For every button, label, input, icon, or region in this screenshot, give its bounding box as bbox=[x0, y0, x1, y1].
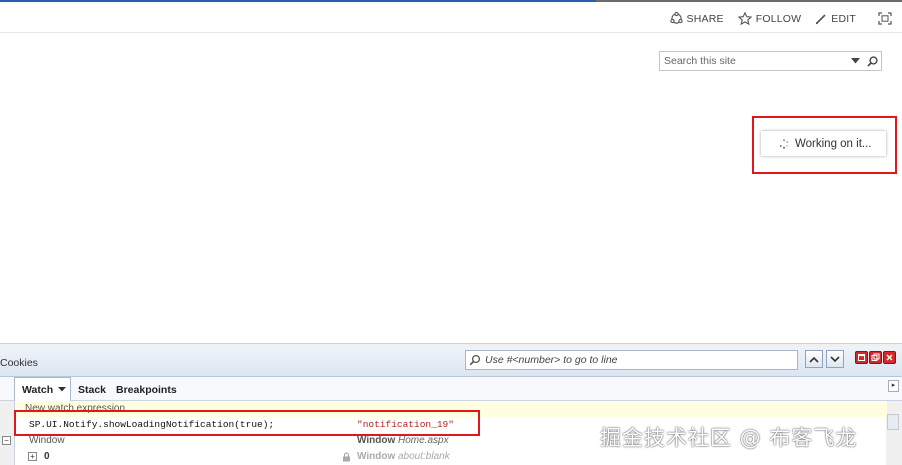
loading-notification-text: Working on it... bbox=[795, 137, 872, 150]
loading-notification: Working on it... bbox=[761, 131, 886, 156]
edit-button[interactable]: EDIT bbox=[815, 13, 856, 25]
focus-on-content-button[interactable] bbox=[878, 12, 892, 25]
watch-row-name: Window bbox=[29, 435, 65, 446]
watch-row-type: Window bbox=[357, 451, 396, 462]
fullscreen-icon bbox=[878, 12, 892, 25]
follow-label: FOLLOW bbox=[755, 12, 802, 25]
search-icon bbox=[866, 55, 878, 67]
scroll-right-button[interactable]: ▸ bbox=[888, 380, 899, 392]
minimize-devtools-button[interactable] bbox=[855, 351, 868, 364]
chevron-up-icon bbox=[809, 356, 819, 363]
pencil-icon bbox=[816, 13, 826, 24]
search-icon bbox=[469, 354, 481, 366]
follow-button[interactable]: FOLLOW bbox=[737, 12, 802, 25]
collapse-toggle[interactable]: − bbox=[2, 436, 11, 445]
lock-icon bbox=[343, 452, 350, 462]
minimize-icon bbox=[858, 354, 865, 361]
caret-down-icon bbox=[58, 387, 67, 392]
watermark: 掘金技术社区 @ 布客飞龙 bbox=[600, 426, 858, 450]
spinner-icon bbox=[779, 138, 789, 149]
goto-line-box bbox=[465, 350, 798, 370]
previous-match-button[interactable] bbox=[805, 350, 823, 368]
close-icon bbox=[886, 354, 893, 361]
watch-row-value: about:blank bbox=[398, 451, 450, 462]
page-actions: SHARE FOLLOW EDIT bbox=[669, 12, 892, 25]
watch-row-value: Home.aspx bbox=[398, 435, 449, 446]
tab-watch-label: Watch bbox=[22, 384, 54, 396]
cookies-menu[interactable]: Cookies bbox=[0, 357, 38, 369]
share-icon bbox=[669, 12, 683, 24]
search-button[interactable] bbox=[863, 52, 881, 70]
search-input[interactable] bbox=[660, 52, 847, 70]
share-button[interactable]: SHARE bbox=[669, 12, 724, 25]
top-accent-line-right bbox=[596, 0, 902, 2]
expand-toggle[interactable]: + bbox=[28, 452, 37, 461]
app-window: SHARE FOLLOW EDIT Search this site Worki… bbox=[0, 0, 902, 465]
watch-row-type: Window bbox=[357, 435, 396, 446]
goto-line-input[interactable] bbox=[485, 354, 797, 366]
tab-breakpoints[interactable]: Breakpoints bbox=[116, 384, 177, 396]
caret-down-icon bbox=[850, 58, 860, 64]
tab-stack[interactable]: Stack bbox=[78, 384, 106, 396]
pin-devtools-button[interactable] bbox=[869, 351, 882, 364]
tab-watch[interactable]: Watch bbox=[14, 377, 71, 401]
close-devtools-button[interactable] bbox=[883, 351, 896, 364]
ribbon-divider bbox=[0, 32, 902, 33]
edit-label: EDIT bbox=[831, 12, 856, 25]
vertical-scrollbar[interactable] bbox=[887, 414, 899, 430]
chevron-down-icon bbox=[830, 355, 840, 362]
next-match-button[interactable] bbox=[826, 350, 844, 368]
site-search-box bbox=[659, 51, 882, 71]
watch-row-name: 0 bbox=[44, 451, 50, 462]
share-label: SHARE bbox=[686, 12, 724, 25]
star-icon bbox=[737, 12, 752, 25]
highlight-box-watch-expression bbox=[14, 410, 480, 436]
search-scope-dropdown[interactable] bbox=[847, 58, 863, 64]
restore-icon bbox=[871, 353, 880, 361]
